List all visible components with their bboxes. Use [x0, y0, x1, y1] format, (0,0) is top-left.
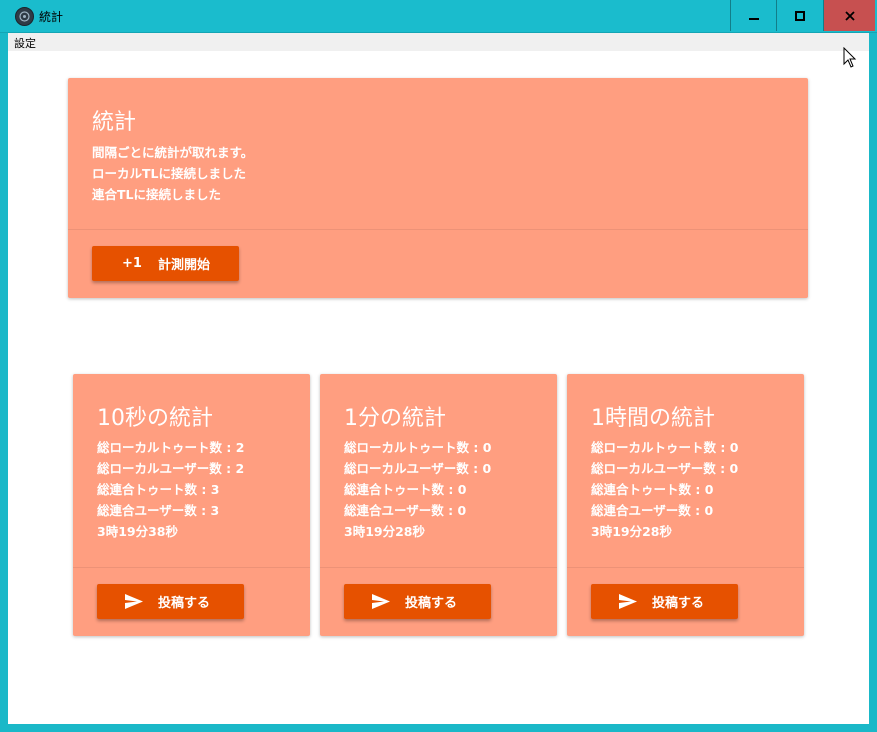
stat-card-1m: 1分の統計 総ローカルトゥート数 : 0 総ローカルユーザー数 : 0 総連合ト… [320, 374, 557, 636]
plus-one-label: +1 [122, 256, 142, 271]
menu-bar: 設定 [8, 33, 869, 51]
card-divider [320, 567, 557, 568]
stat-card-title: 1分の統計 [344, 406, 446, 431]
federated-toot-count: 総連合トゥート数 : 0 [591, 482, 714, 497]
federated-toot-count: 総連合トゥート数 : 0 [344, 482, 467, 497]
status-line: 連合TLに接続しました [92, 187, 221, 202]
card-divider [567, 567, 804, 568]
stat-card-title: 1時間の統計 [591, 406, 715, 431]
local-user-count: 総ローカルユーザー数 : 2 [97, 461, 245, 476]
mouse-cursor-icon [843, 47, 857, 68]
federated-user-count: 総連合ユーザー数 : 0 [591, 503, 714, 518]
status-line: ローカルTLに接続しました [92, 166, 246, 181]
federated-user-count: 総連合ユーザー数 : 0 [344, 503, 467, 518]
app-icon [15, 7, 34, 26]
start-measure-label: 計測開始 [157, 258, 210, 273]
local-toot-count: 総ローカルトゥート数 : 0 [344, 440, 492, 455]
menu-settings[interactable]: 設定 [14, 35, 36, 51]
federated-user-count: 総連合ユーザー数 : 3 [97, 503, 220, 518]
local-toot-count: 総ローカルトゥート数 : 2 [97, 440, 245, 455]
send-icon [619, 594, 637, 609]
post-button-label: 投稿する [652, 596, 705, 611]
post-button[interactable]: 投稿する [97, 584, 244, 619]
post-button-label: 投稿する [158, 596, 211, 611]
stat-timestamp: 3時19分28秒 [344, 524, 425, 539]
post-button[interactable]: 投稿する [591, 584, 738, 619]
status-line: 間隔ごとに統計が取れます。 [92, 145, 254, 160]
main-card-title: 統計 [92, 110, 137, 135]
stat-card-title: 10秒の統計 [97, 406, 213, 431]
stat-card-text: 総ローカルトゥート数 : 2 総ローカルユーザー数 : 2 総連合トゥート数 :… [97, 437, 244, 542]
local-user-count: 総ローカルユーザー数 : 0 [591, 461, 739, 476]
stat-card-text: 総ローカルトゥート数 : 0 総ローカルユーザー数 : 0 総連合トゥート数 :… [591, 437, 738, 542]
minimize-button[interactable] [730, 0, 776, 31]
local-toot-count: 総ローカルトゥート数 : 0 [591, 440, 739, 455]
maximize-button[interactable] [776, 0, 822, 31]
client-area: 統計 間隔ごとに統計が取れます。 ローカルTLに接続しました 連合TLに接続しま… [8, 51, 869, 724]
send-icon [372, 594, 390, 609]
main-stats-card: 統計 間隔ごとに統計が取れます。 ローカルTLに接続しました 連合TLに接続しま… [68, 78, 808, 298]
minimize-icon [748, 17, 759, 20]
stat-card-text: 総ローカルトゥート数 : 0 総ローカルユーザー数 : 0 総連合トゥート数 :… [344, 437, 491, 542]
maximize-icon [794, 10, 805, 21]
send-icon [125, 594, 143, 609]
stat-card-1h: 1時間の統計 総ローカルトゥート数 : 0 総ローカルユーザー数 : 0 総連合… [567, 374, 804, 636]
local-user-count: 総ローカルユーザー数 : 0 [344, 461, 492, 476]
main-card-text: 間隔ごとに統計が取れます。 ローカルTLに接続しました 連合TLに接続しました [92, 142, 253, 205]
stat-timestamp: 3時19分38秒 [97, 524, 178, 539]
card-divider [68, 229, 808, 230]
federated-toot-count: 総連合トゥート数 : 3 [97, 482, 220, 497]
stat-timestamp: 3時19分28秒 [591, 524, 672, 539]
post-button-label: 投稿する [405, 596, 458, 611]
stat-card-10s: 10秒の統計 総ローカルトゥート数 : 2 総ローカルユーザー数 : 2 総連合… [73, 374, 310, 636]
start-measure-button[interactable]: +1 計測開始 [92, 246, 239, 281]
title-bar: 統計 [0, 0, 877, 33]
close-button[interactable] [823, 0, 875, 31]
close-icon [844, 10, 855, 21]
window-title: 統計 [39, 10, 64, 24]
post-button[interactable]: 投稿する [344, 584, 491, 619]
card-divider [73, 567, 310, 568]
